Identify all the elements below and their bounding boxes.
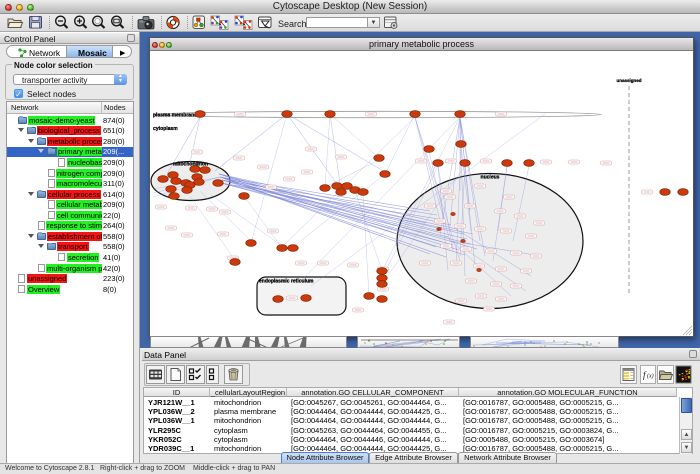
svg-text:unassigned: unassigned — [616, 78, 641, 83]
svg-text:endoplasmic reticulum: endoplasmic reticulum — [259, 279, 314, 285]
svg-text:nucleus: nucleus — [481, 175, 500, 181]
svg-text:cytoplasm: cytoplasm — [153, 126, 178, 132]
svg-text:plasma membrane: plasma membrane — [153, 113, 197, 119]
svg-text:(x): (x) — [647, 373, 654, 380]
